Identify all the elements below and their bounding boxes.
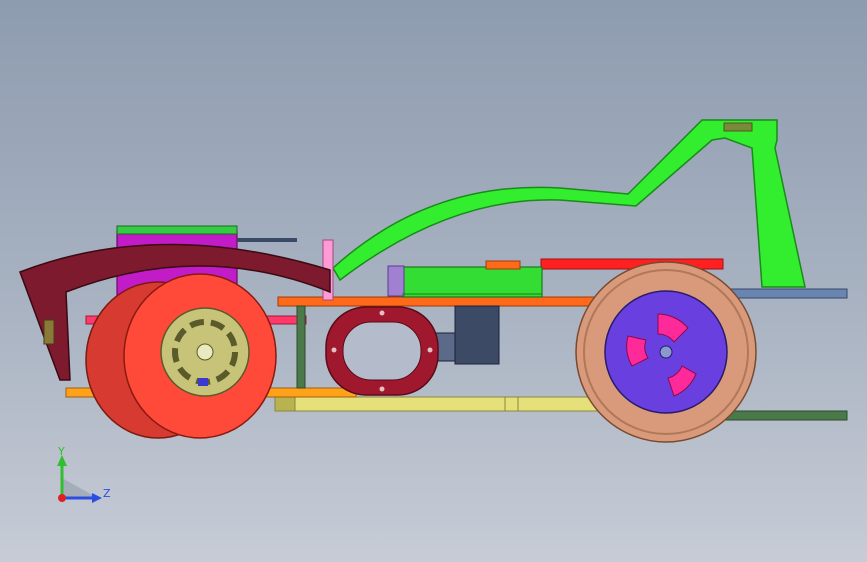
battery-box	[387, 260, 543, 298]
z-axis-label: Z	[103, 487, 111, 500]
y-axis-label: Y	[57, 445, 65, 458]
front-wheel	[85, 273, 277, 439]
rear-wheel	[575, 261, 757, 443]
assembly-drawing: Y Z	[19, 119, 848, 503]
cad-viewport[interactable]: Y Z	[0, 0, 867, 562]
lower-floor-plate	[274, 396, 606, 412]
axis-triad: Y Z	[57, 445, 111, 503]
rear-lower-rail	[724, 410, 848, 421]
center-ring	[325, 306, 439, 396]
rear-upper-rail	[724, 288, 848, 299]
